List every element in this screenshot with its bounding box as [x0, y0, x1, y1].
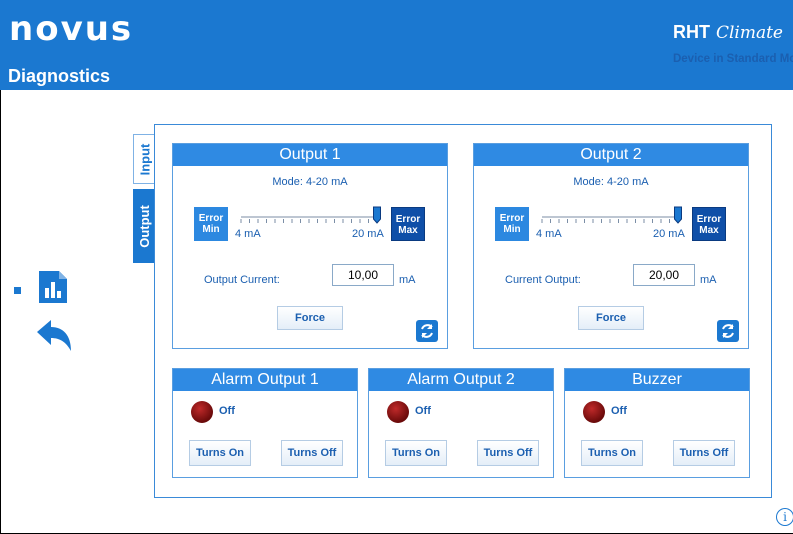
- alarm-output-2-card: Alarm Output 2 Off Turns On Turns Off: [368, 368, 554, 478]
- output-2-error-max-button[interactable]: Error Max: [692, 207, 726, 241]
- buzzer-card: Buzzer Off Turns On Turns Off: [564, 368, 750, 478]
- product-title: RHTClimate Device in Standard Mode: [672, 22, 793, 65]
- buzzer-turns-on-button[interactable]: Turns On: [581, 440, 643, 466]
- tab-input-label: Input: [137, 143, 153, 175]
- output-2-current-input[interactable]: 20,00: [633, 264, 695, 286]
- device-mode: Device in Standard Mode: [672, 53, 793, 65]
- output-1-range-max: 20 mA: [352, 228, 384, 240]
- novus-logo: novus: [9, 9, 134, 49]
- output-1-card: Output 1 Mode: 4-20 mA Error Min 4 mA 20 …: [172, 143, 448, 349]
- output-2-error-min-button[interactable]: Error Min: [495, 207, 529, 241]
- back-arrow-icon[interactable]: [35, 318, 73, 354]
- alarm-output-1-title: Alarm Output 1: [173, 369, 357, 391]
- app-header: novus Diagnostics RHT Climate Device in S…: [0, 0, 793, 90]
- output-1-current-input[interactable]: 10,00: [332, 264, 394, 286]
- alarm-output-2-title: Alarm Output 2: [369, 369, 553, 391]
- output-1-slider-thumb: [373, 206, 381, 224]
- alarm-output-2-turns-off-button[interactable]: Turns Off: [477, 440, 539, 466]
- output-1-error-min-button[interactable]: Error Min: [194, 207, 228, 241]
- product-script: Climate: [715, 23, 783, 43]
- output-1-force-button[interactable]: Force: [277, 306, 343, 330]
- output-1-unit: mA: [399, 274, 416, 286]
- output-2-mode: Mode: 4-20 mA: [573, 176, 649, 188]
- output-1-error-max-button[interactable]: Error Max: [391, 207, 425, 241]
- buzzer-led-icon: [583, 401, 605, 423]
- info-icon[interactable]: i: [776, 508, 793, 526]
- alarm-output-1-turns-on-button[interactable]: Turns On: [189, 440, 251, 466]
- output-2-card: Output 2 Mode: 4-20 mA Error Min 4 mA 20 …: [473, 143, 749, 349]
- output-1-mode: Mode: 4-20 mA: [272, 176, 348, 188]
- alarm-output-1-state: Off: [219, 405, 235, 417]
- alarm-output-2-led-icon: [387, 401, 409, 423]
- buzzer-turns-off-button[interactable]: Turns Off: [673, 440, 735, 466]
- alarm-output-2-state: Off: [415, 405, 431, 417]
- nav-selected-indicator: [14, 287, 21, 294]
- output-2-force-button[interactable]: Force: [578, 306, 644, 330]
- output-1-refresh-icon[interactable]: [416, 320, 438, 342]
- buzzer-state: Off: [611, 405, 627, 417]
- alarm-output-1-card: Alarm Output 1 Off Turns On Turns Off: [172, 368, 358, 478]
- output-2-unit: mA: [700, 274, 717, 286]
- output-1-current-label: Output Current:: [204, 274, 280, 286]
- output-1-range-min: 4 mA: [235, 228, 261, 240]
- output-2-range-max: 20 mA: [653, 228, 685, 240]
- output-2-title: Output 2: [474, 144, 748, 166]
- alarm-output-1-turns-off-button[interactable]: Turns Off: [281, 440, 343, 466]
- product-name: RHT: [672, 22, 710, 42]
- alarm-output-2-turns-on-button[interactable]: Turns On: [385, 440, 447, 466]
- output-2-current-label: Current Output:: [505, 274, 581, 286]
- alarm-output-1-led-icon: [191, 401, 213, 423]
- left-border: [0, 90, 1, 534]
- tab-output[interactable]: Output: [133, 189, 155, 263]
- output-1-title: Output 1: [173, 144, 447, 166]
- output-2-slider-thumb: [674, 206, 682, 224]
- tab-input[interactable]: Input: [133, 134, 155, 184]
- diagnostics-chart-icon[interactable]: [36, 268, 70, 306]
- output-2-range-min: 4 mA: [536, 228, 562, 240]
- page-title: Diagnostics: [8, 66, 111, 86]
- buzzer-title: Buzzer: [565, 369, 749, 391]
- tab-output-label: Output: [136, 204, 152, 248]
- output-2-refresh-icon[interactable]: [717, 320, 739, 342]
